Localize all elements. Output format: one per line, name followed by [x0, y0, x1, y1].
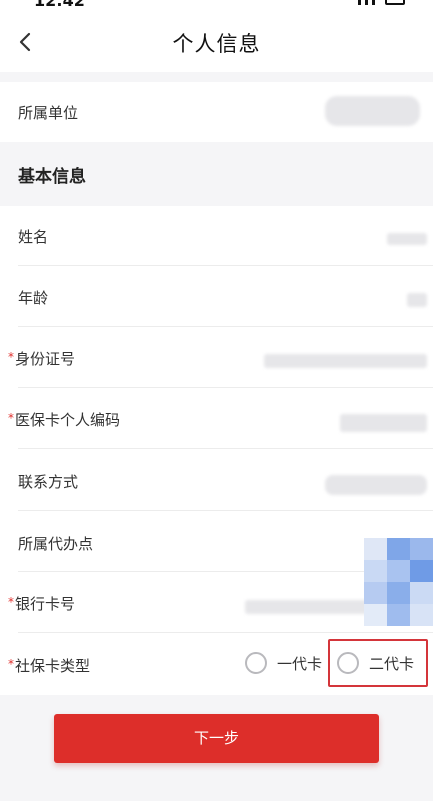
agency-label: 所属代办点	[18, 535, 94, 553]
status-time: 12:42	[34, 0, 85, 10]
radio-circle-icon[interactable]	[245, 652, 267, 674]
mosaic-blur	[364, 538, 433, 626]
status-icons	[358, 0, 405, 5]
card-type-label: *社保卡类型	[8, 657, 91, 675]
age-value-blurred	[407, 293, 427, 307]
contact-value-blurred	[325, 475, 427, 495]
id-card-label: *身份证号	[8, 350, 76, 368]
required-mark: *	[8, 595, 14, 609]
signal-icon	[372, 0, 375, 5]
unit-value-blurred	[325, 96, 420, 126]
age-row[interactable]: 年龄	[0, 266, 433, 327]
medical-card-label: *医保卡个人编码	[8, 411, 121, 429]
required-mark: *	[8, 350, 14, 364]
bank-card-label: *银行卡号	[8, 595, 76, 613]
signal-icon	[365, 0, 368, 5]
medical-card-value-blurred	[340, 414, 427, 432]
nav-bar: 个人信息	[0, 12, 433, 72]
radio-first-gen-label: 一代卡	[277, 654, 323, 673]
contact-row[interactable]: 联系方式	[0, 449, 433, 511]
name-value-blurred	[387, 233, 427, 245]
signal-icon	[358, 0, 361, 5]
battery-icon	[385, 0, 405, 5]
page-title: 个人信息	[172, 32, 261, 56]
contact-label: 联系方式	[18, 473, 79, 491]
radio-first-gen[interactable]: 一代卡	[245, 652, 322, 674]
name-row[interactable]: 姓名	[0, 206, 433, 266]
medical-card-row[interactable]: *医保卡个人编码	[0, 388, 433, 449]
name-label: 姓名	[18, 228, 49, 246]
unit-label: 所属单位	[18, 104, 79, 122]
age-label: 年龄	[18, 289, 49, 307]
required-mark: *	[8, 657, 14, 671]
next-step-button[interactable]: 下一步	[54, 714, 379, 763]
status-bar: 12:42	[0, 0, 433, 12]
unit-row[interactable]: 所属单位	[0, 82, 433, 142]
id-card-row[interactable]: *身份证号	[0, 327, 433, 388]
highlight-box	[328, 639, 428, 687]
id-card-value-blurred	[264, 354, 427, 368]
required-mark: *	[8, 411, 14, 425]
section-title: 基本信息	[18, 167, 86, 187]
